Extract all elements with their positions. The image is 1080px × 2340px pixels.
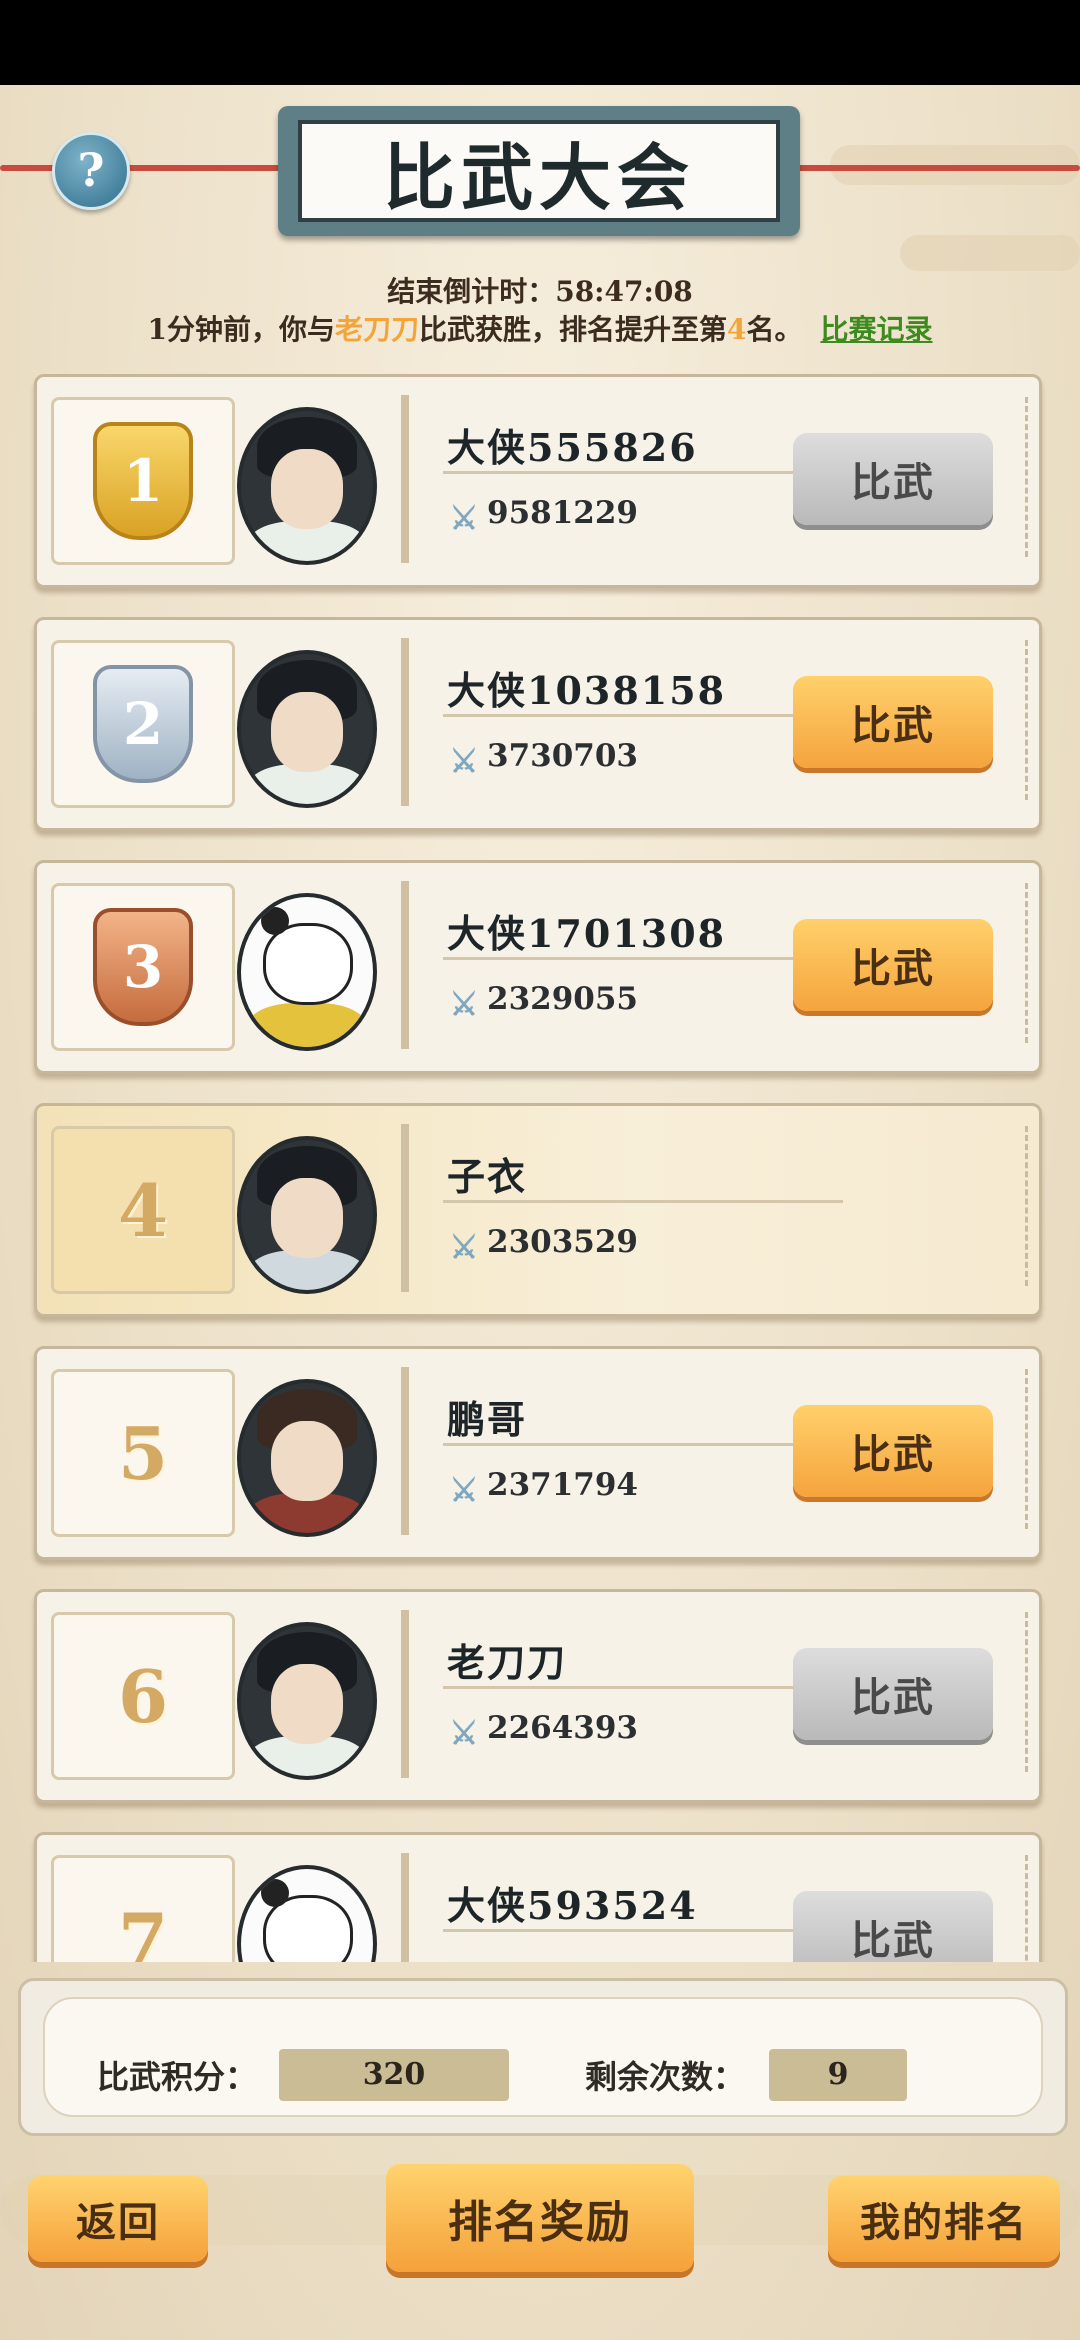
avatar[interactable] [237,1379,377,1537]
combat-power: ⚔ 2371794 [447,1467,638,1507]
silver-medal-icon: 2 [93,665,193,783]
question-icon: ? [77,143,105,197]
player-name: 鹏哥 [447,1397,528,1442]
rank-badge: 6 [51,1612,235,1780]
battle-notice: 1分钟前，你与老刀刀比武获胜，排名提升至第4名。 比赛记录 [0,308,1080,348]
combat-power: ⚔ 3730703 [447,738,638,778]
bronze-medal-icon: 3 [93,908,193,1026]
points-label: 比武积分： [97,2058,258,2096]
combat-power: ⚔ 2264393 [447,1710,638,1750]
crossed-swords-icon: ⚔ [449,1228,479,1266]
rank-number: 6 [117,1653,169,1739]
notice-middle: 比武获胜，排名提升至第 [418,313,727,346]
rank-badge: 5 [51,1369,235,1537]
my-ranking-button[interactable]: 我的排名 [828,2176,1060,2262]
back-button[interactable]: 返回 [28,2176,208,2262]
player-name: 老刀刀 [447,1640,568,1685]
avatar[interactable] [237,1865,377,1962]
rope-left [0,165,290,171]
combat-power: ⚔ 2303529 [447,1224,638,1264]
page-title: 比武大会 [382,134,695,220]
ranking-card-self: 4 子衣 ⚔ 2303529 [34,1103,1042,1317]
match-record-link[interactable]: 比赛记录 [821,313,933,346]
player-name: 大侠593524 [447,1883,698,1928]
score-panel: 比武积分： 320 剩余次数： 9 [18,1978,1068,2136]
ranking-card: 5 鹏哥 ⚔ 2371794 比武 [34,1346,1042,1560]
notice-prefix: 1分钟前，你与 [147,313,335,346]
ranking-card: 2 大侠1038158 ⚔ 3730703 比武 [34,617,1042,831]
avatar[interactable] [237,893,377,1051]
rope-right [790,165,1080,171]
challenge-button[interactable]: 比武 [793,1891,993,1962]
combat-power: ⚔ 9581229 [447,495,638,535]
challenge-button[interactable]: 比武 [793,676,993,768]
player-name: 子衣 [447,1154,528,1199]
avatar[interactable] [237,407,377,565]
ranking-list[interactable]: 1 大侠555826 ⚔ 9581229 比武 2 大侠1038158 ⚔ 3730… [0,372,1080,1962]
rank-badge: 3 [51,883,235,1051]
crossed-swords-icon: ⚔ [449,499,479,537]
avatar[interactable] [237,650,377,808]
ranking-rewards-button[interactable]: 排名奖励 [386,2164,694,2272]
countdown-value: 58:47:08 [555,275,693,308]
help-button[interactable]: ? [52,132,130,210]
notice-rank: 4 [727,313,747,346]
player-name: 大侠1701308 [447,911,727,956]
points-value: 320 [279,2049,509,2101]
gold-medal-icon: 1 [93,422,193,540]
rank-number: 5 [117,1410,169,1496]
player-name: 大侠1038158 [447,668,727,713]
notice-suffix: 名。 [746,313,803,346]
crossed-swords-icon: ⚔ [449,1471,479,1509]
remaining-label: 剩余次数： [585,2058,746,2096]
crossed-swords-icon: ⚔ [449,985,479,1023]
ranking-card: 1 大侠555826 ⚔ 9581229 比武 [34,374,1042,588]
combat-power: ⚔ 2329055 [447,981,638,1021]
avatar[interactable] [237,1622,377,1780]
player-name: 大侠555826 [447,425,698,470]
challenge-button[interactable]: 比武 [793,1648,993,1740]
rank-number: 4 [117,1167,169,1253]
challenge-button[interactable]: 比武 [793,433,993,525]
rank-badge: 1 [51,397,235,565]
remaining-value: 9 [769,2049,907,2101]
challenge-button[interactable]: 比武 [793,919,993,1011]
crossed-swords-icon: ⚔ [449,1714,479,1752]
status-bar [0,0,1080,85]
title-plaque: 比武大会 [278,106,800,236]
countdown-label: 结束倒计时： [387,275,556,308]
rank-badge: 7 [51,1855,235,1962]
avatar[interactable] [237,1136,377,1294]
countdown: 结束倒计时：58:47:08 [0,270,1080,310]
ranking-card: 7 大侠593524 比武 [34,1832,1042,1962]
rank-badge: 4 [51,1126,235,1294]
challenge-button[interactable]: 比武 [793,1405,993,1497]
notice-opponent: 老刀刀 [334,313,419,346]
ranking-card: 3 大侠1701308 ⚔ 2329055 比武 [34,860,1042,1074]
crossed-swords-icon: ⚔ [449,742,479,780]
rank-number: 7 [117,1896,169,1963]
rank-badge: 2 [51,640,235,808]
ranking-card: 6 老刀刀 ⚔ 2264393 比武 [34,1589,1042,1803]
